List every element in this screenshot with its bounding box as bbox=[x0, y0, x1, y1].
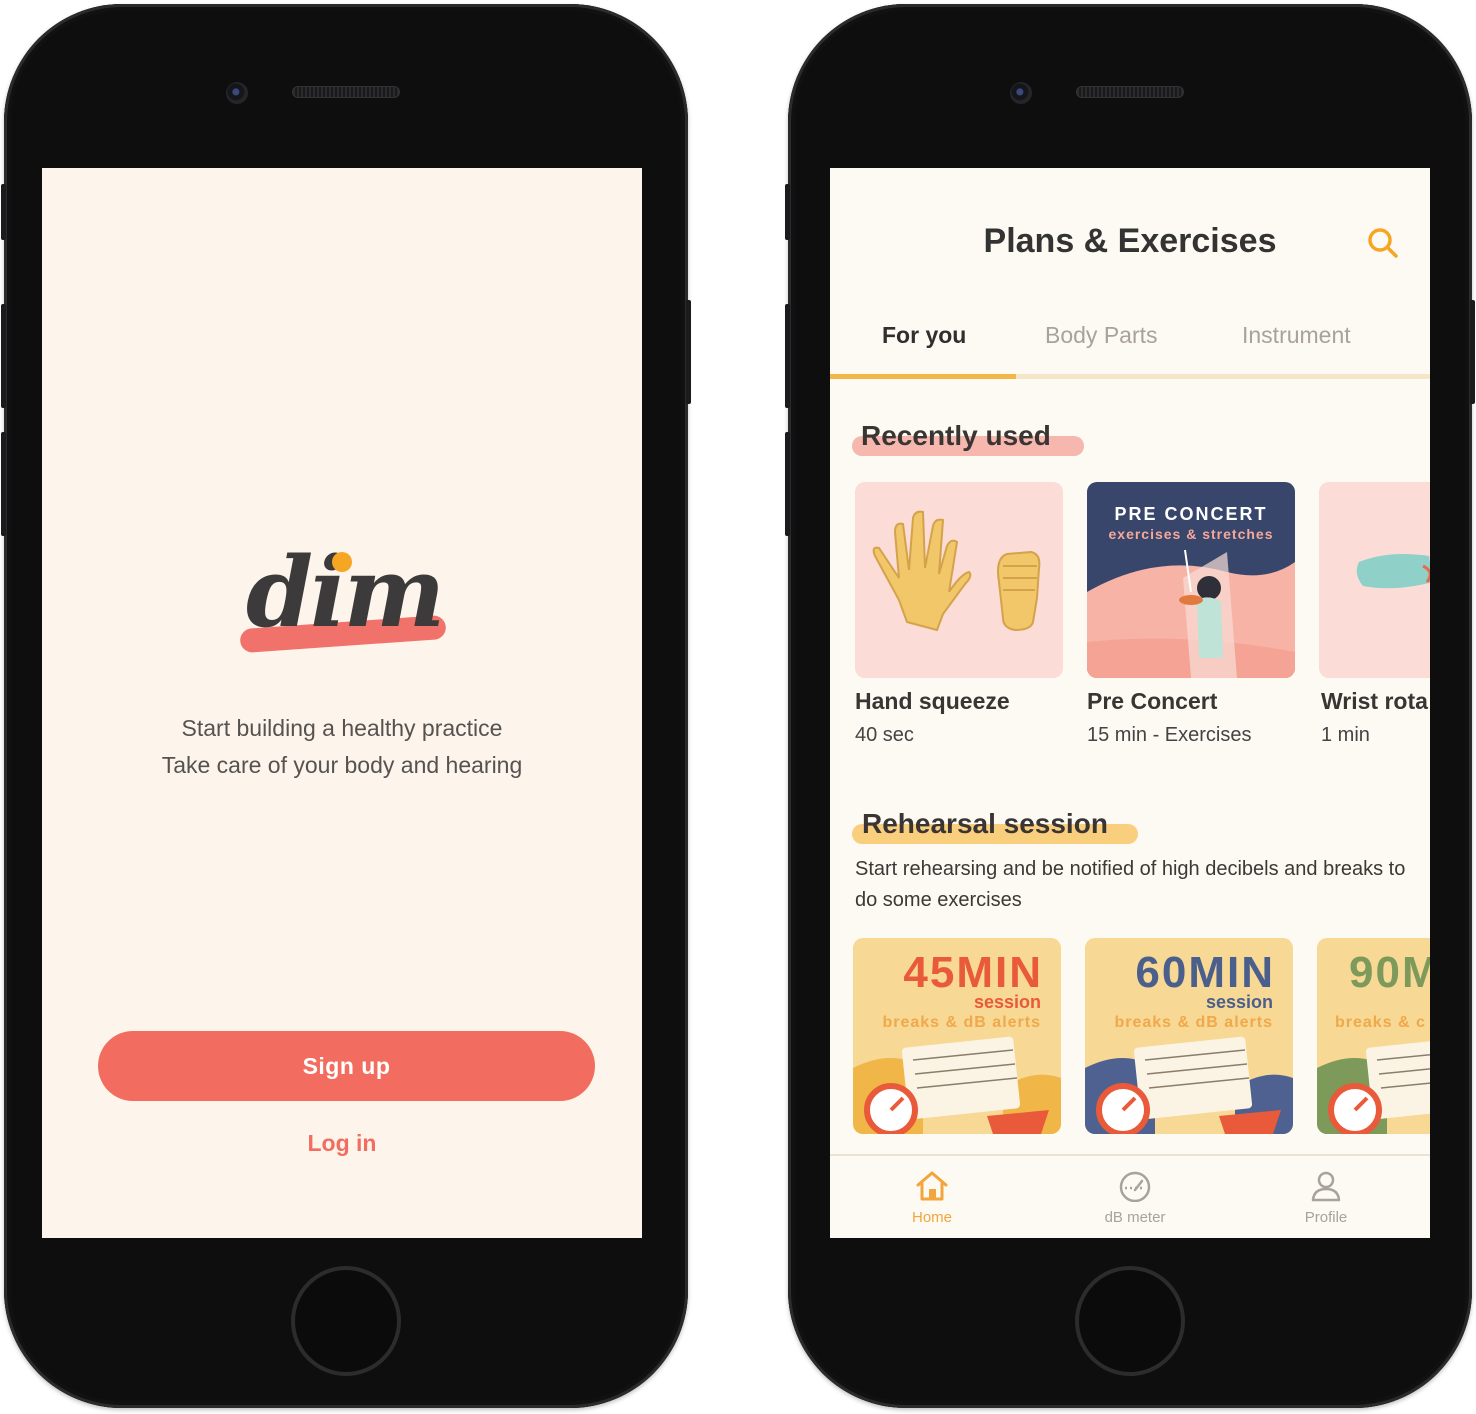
card-subtitle: 1 min bbox=[1321, 724, 1370, 746]
exercise-card-hand-squeeze[interactable] bbox=[855, 482, 1063, 678]
login-link[interactable]: Log in bbox=[42, 1130, 642, 1157]
tab-body-parts[interactable]: Body Parts bbox=[1045, 322, 1158, 349]
card-subtitle: 15 min - Exercises bbox=[1087, 724, 1252, 746]
earpiece-speaker bbox=[1076, 86, 1184, 98]
nav-label: Profile bbox=[1304, 1209, 1348, 1226]
tab-active-indicator bbox=[830, 374, 1016, 379]
mute-switch bbox=[785, 184, 790, 240]
power-button bbox=[686, 300, 691, 404]
volume-up-button bbox=[1, 304, 6, 408]
volume-up-button bbox=[785, 304, 790, 408]
rehearsal-description: Start rehearsing and be notified of high… bbox=[855, 858, 1406, 911]
session-alerts: breaks & c bbox=[1335, 1014, 1426, 1031]
nav-label: dB meter bbox=[1104, 1209, 1166, 1226]
search-icon[interactable] bbox=[1366, 226, 1400, 260]
session-label: session bbox=[973, 992, 1041, 1012]
card-title: Pre Concert bbox=[1087, 688, 1218, 714]
session-label: session bbox=[1205, 992, 1273, 1012]
mute-switch bbox=[1, 184, 6, 240]
session-alerts: breaks & dB alerts bbox=[1114, 1014, 1273, 1031]
session-alerts: breaks & dB alerts bbox=[882, 1014, 1041, 1031]
front-camera bbox=[1010, 82, 1032, 104]
exercise-card-pre-concert[interactable]: PRE CONCERT exercises & stretches bbox=[1087, 482, 1295, 678]
tagline: Start building a healthy practice Take c… bbox=[42, 710, 642, 784]
logo-dot bbox=[332, 552, 352, 572]
volume-down-button bbox=[1, 432, 6, 536]
page-title: Plans & Exercises bbox=[983, 222, 1277, 260]
session-minutes: 60MIN bbox=[1135, 948, 1275, 997]
session-card-45[interactable]: 45MIN session breaks & dB alerts bbox=[853, 938, 1061, 1134]
volume-down-button bbox=[785, 432, 790, 536]
front-camera bbox=[226, 82, 248, 104]
session-minutes: 45MIN bbox=[903, 948, 1043, 997]
signup-button[interactable]: Sign up bbox=[98, 1031, 595, 1101]
tagline-line-2: Take care of your body and hearing bbox=[161, 752, 523, 778]
exercise-card-wrist[interactable] bbox=[1319, 482, 1430, 678]
card-title: Hand squeeze bbox=[855, 688, 1010, 714]
nav-home[interactable]: Home bbox=[872, 1170, 992, 1226]
session-card-60[interactable]: 60MIN session breaks & dB alerts bbox=[1085, 938, 1293, 1134]
session-card-90[interactable]: 90M breaks & c bbox=[1317, 938, 1430, 1134]
welcome-screen: dim Start building a healthy practice Ta… bbox=[42, 168, 642, 1238]
tagline-line-1: Start building a healthy practice bbox=[181, 715, 503, 741]
rehearsal-title: Rehearsal session bbox=[862, 808, 1108, 839]
plans-screen: Plans & Exercises For you Body Parts Ins… bbox=[830, 168, 1430, 1238]
wrist-illustration bbox=[1356, 554, 1430, 589]
power-button bbox=[1470, 300, 1475, 404]
category-tabs: For you Body Parts Instrument bbox=[830, 308, 1430, 382]
app-logo: dim bbox=[234, 536, 454, 674]
user-icon bbox=[1311, 1171, 1341, 1202]
hand-squeeze-illustration bbox=[872, 510, 1041, 632]
card-subtitle: 40 sec bbox=[855, 724, 914, 746]
home-button bbox=[291, 1266, 401, 1376]
earpiece-speaker bbox=[292, 86, 400, 98]
session-minutes: 90M bbox=[1349, 948, 1430, 997]
gauge-icon bbox=[1119, 1171, 1151, 1203]
nav-label: Home bbox=[911, 1209, 952, 1226]
home-icon bbox=[916, 1171, 948, 1201]
tab-instrument[interactable]: Instrument bbox=[1242, 322, 1351, 349]
card-image-subheading: exercises & stretches bbox=[1108, 526, 1274, 542]
card-title: Wrist rota bbox=[1321, 688, 1428, 714]
recently-used-title: Recently used bbox=[861, 420, 1051, 451]
bottom-nav: Home dB meter Profile bbox=[830, 1154, 1430, 1238]
nav-profile[interactable]: Profile bbox=[1266, 1170, 1386, 1226]
card-image-heading: PRE CONCERT bbox=[1114, 504, 1268, 524]
nav-db-meter[interactable]: dB meter bbox=[1075, 1170, 1195, 1226]
tab-for-you[interactable]: For you bbox=[882, 322, 966, 349]
home-button bbox=[1075, 1266, 1185, 1376]
